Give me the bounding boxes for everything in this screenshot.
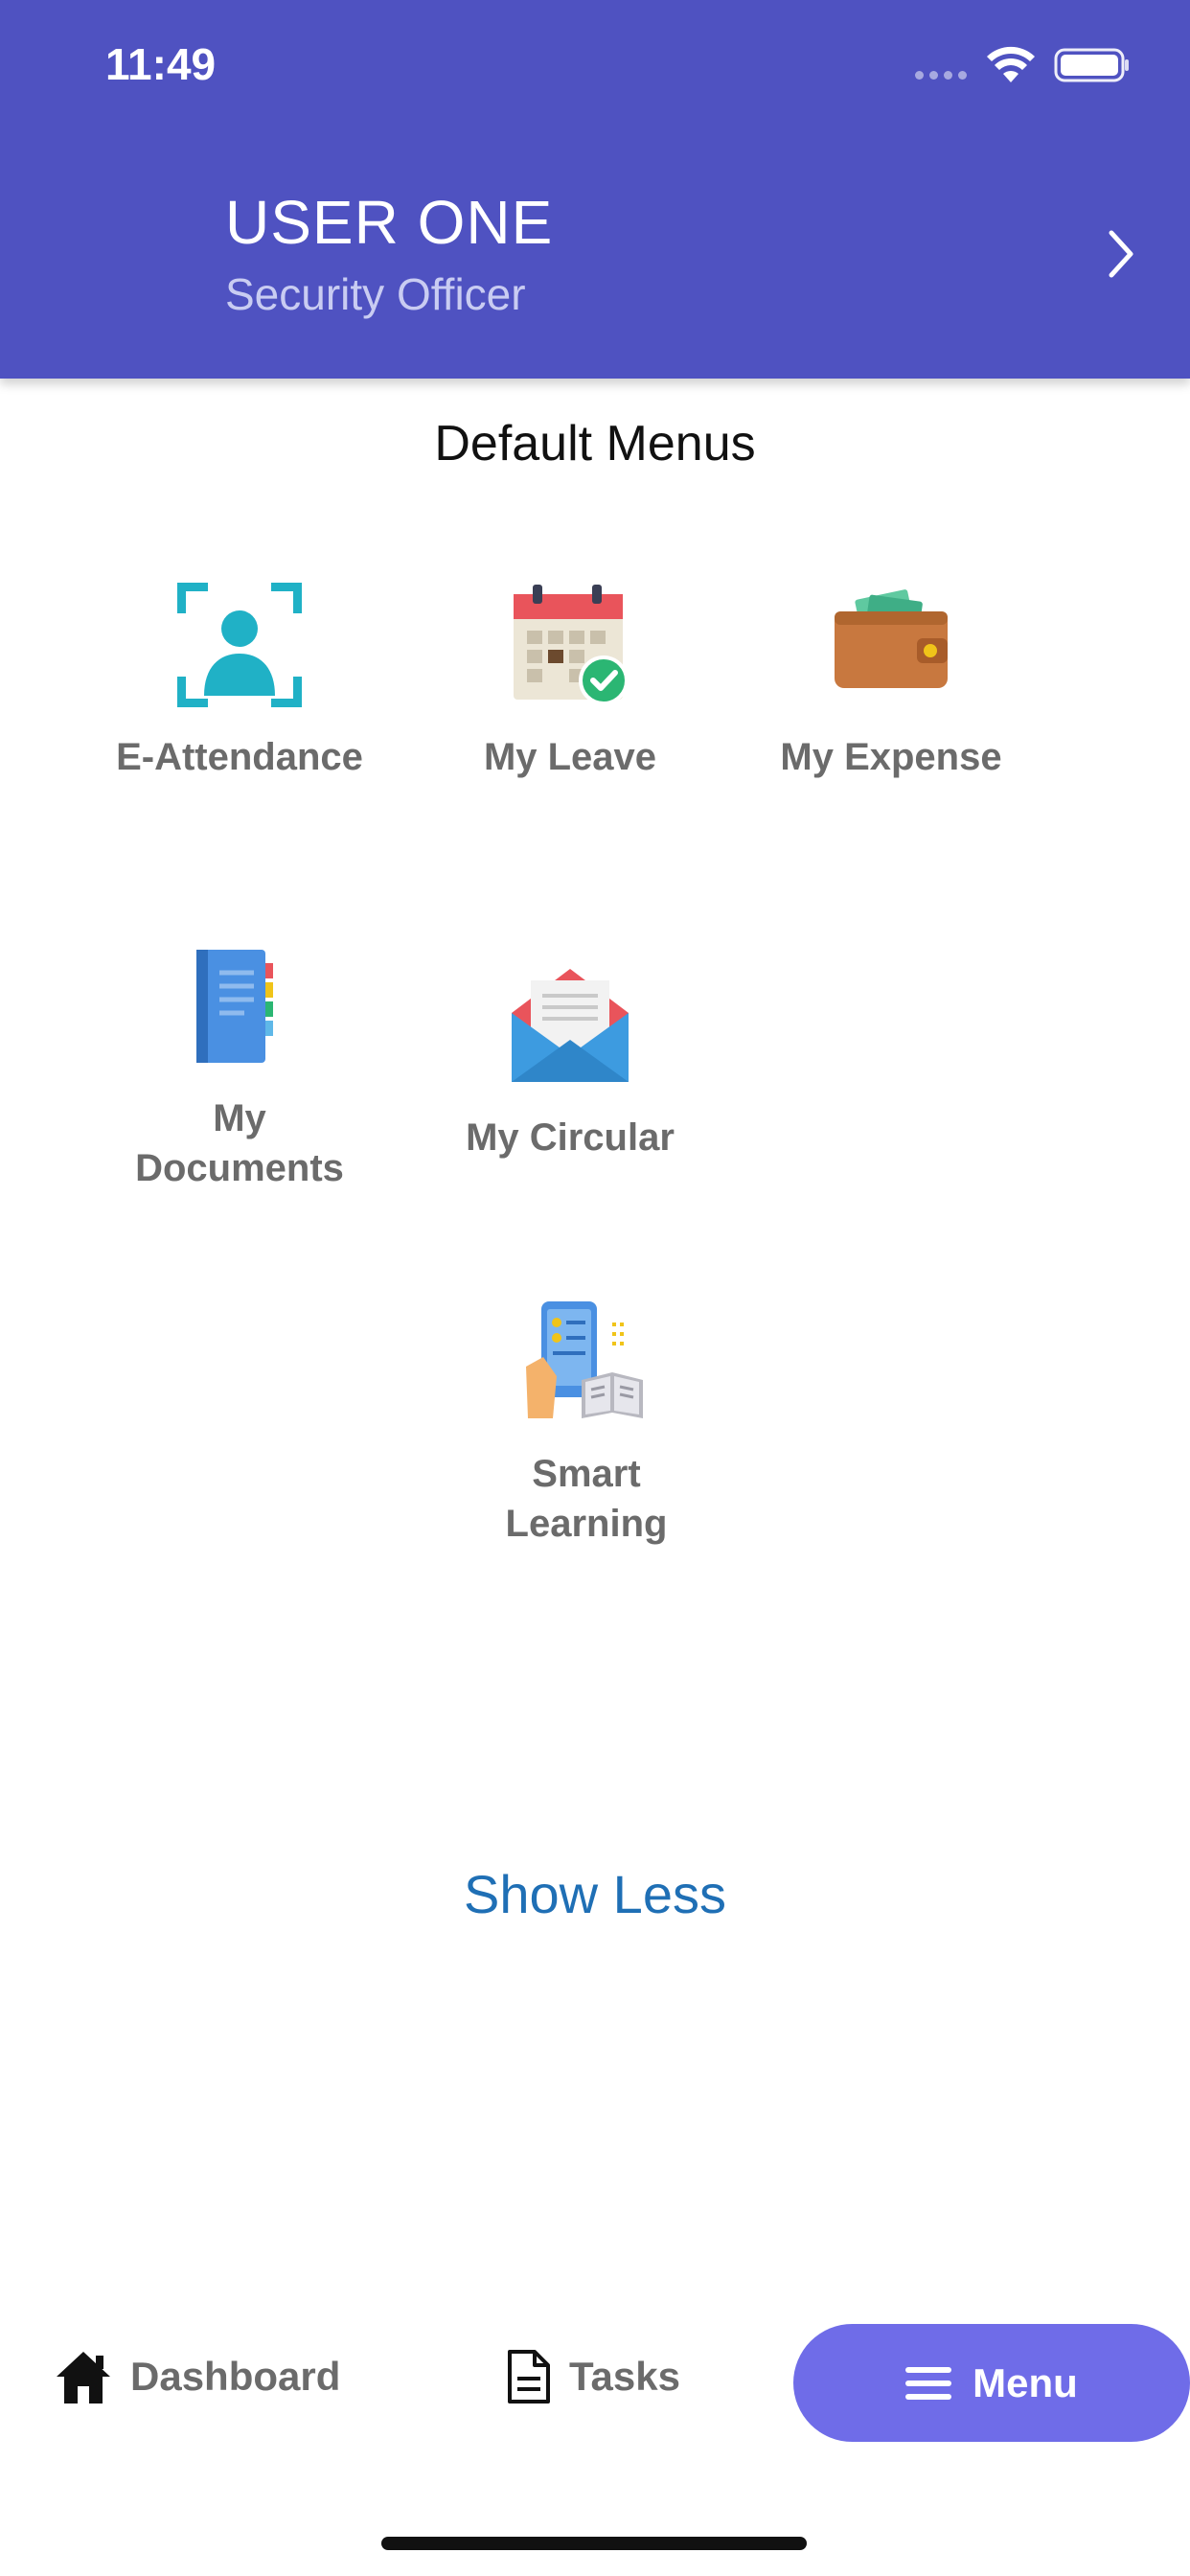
chevron-right-icon[interactable]	[1102, 225, 1140, 283]
envelope-icon	[512, 969, 629, 1082]
menu-tile-my-documents[interactable]: My Documents	[101, 944, 378, 1193]
nav-menu-label: Menu	[973, 2359, 1078, 2405]
menu-label: My Documents	[135, 1097, 344, 1189]
calendar-check-icon	[514, 585, 629, 705]
hamburger-icon	[905, 2366, 952, 2400]
show-less-link[interactable]: Show Less	[0, 1863, 1190, 1925]
menu-tile-my-expense[interactable]: My Expense	[767, 583, 1016, 782]
menu-label: My Circular	[466, 1116, 675, 1159]
status-time: 11:49	[105, 39, 217, 89]
menu-label: Smart Learning	[505, 1453, 668, 1545]
home-icon	[57, 2352, 110, 2404]
cellular-signal-icon	[915, 71, 967, 80]
section-title: Default Menus	[434, 416, 756, 472]
notebook-icon	[196, 950, 273, 1063]
nav-tasks[interactable]: Tasks	[506, 2348, 680, 2405]
menu-tile-e-attendance[interactable]: E-Attendance	[86, 583, 393, 782]
profile-header[interactable]: 11:49 USER ONE Security Officer	[0, 0, 1190, 379]
menu-label: My Leave	[483, 736, 657, 778]
user-role: Security Officer	[225, 269, 526, 319]
menu-tile-my-circular[interactable]: My Circular	[436, 963, 704, 1162]
menu-tile-smart-learning[interactable]: Smart Learning	[452, 1300, 721, 1549]
nav-tasks-label: Tasks	[569, 2354, 680, 2399]
home-indicator	[381, 2537, 807, 2550]
nav-menu-button[interactable]: Menu	[793, 2324, 1190, 2442]
document-icon	[508, 2350, 550, 2404]
mobile-learning-icon	[526, 1301, 643, 1418]
nav-dashboard-label: Dashboard	[130, 2354, 341, 2399]
wifi-icon	[987, 46, 1035, 82]
battery-icon	[1054, 48, 1129, 82]
wallet-icon	[835, 589, 948, 688]
menu-label: My Expense	[780, 736, 1002, 778]
menu-tile-my-leave[interactable]: My Leave	[436, 583, 704, 782]
user-name: USER ONE	[225, 188, 554, 257]
nav-dashboard[interactable]: Dashboard	[54, 2348, 340, 2405]
menu-label: E-Attendance	[116, 736, 363, 778]
face-scan-icon	[177, 583, 302, 707]
bottom-navigation: Dashboard Tasks Menu	[0, 2310, 1190, 2453]
